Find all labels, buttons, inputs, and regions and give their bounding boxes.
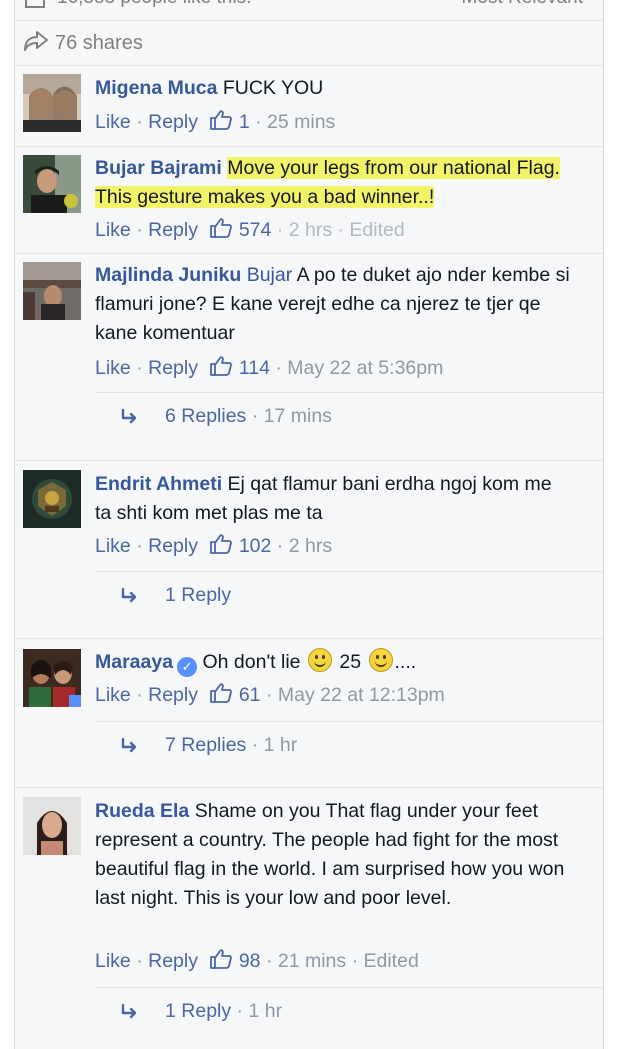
avatar[interactable]: [23, 262, 81, 320]
avatar[interactable]: [23, 155, 81, 213]
thumbs-up-icon: [209, 533, 233, 564]
avatar[interactable]: [23, 797, 81, 855]
comment-item: Majlinda Juniku Bujar A po te duket ajo …: [15, 254, 603, 461]
smiley-emoji-icon: [307, 648, 332, 672]
smiley-emoji-icon: [368, 648, 393, 672]
avatar[interactable]: [23, 470, 81, 528]
comment-text: FUCK YOU: [222, 77, 324, 99]
like-count[interactable]: 114: [239, 357, 270, 379]
view-replies-row[interactable]: 6 Replies · 17 mins: [95, 392, 603, 439]
thumbs-up-icon: [209, 217, 233, 248]
comment-actions: Like · Reply 98 · 21 mins · Edited: [95, 947, 419, 979]
reply-arrow-icon: [121, 1000, 141, 1029]
reply-button[interactable]: Reply: [148, 357, 198, 379]
reply-button[interactable]: Reply: [148, 111, 198, 133]
view-replies-row[interactable]: 7 Replies · 1 hr: [95, 721, 603, 768]
comment-item: Endrit Ahmeti Ej qat flamur bani erdha n…: [15, 461, 603, 639]
reply-arrow-icon: [121, 405, 141, 434]
comment-time[interactable]: May 22 at 5:36pm: [287, 357, 443, 379]
thumbs-up-icon: [209, 109, 233, 140]
replies-link[interactable]: 1 Reply: [165, 1000, 231, 1022]
comment-text-number: 25: [339, 651, 362, 673]
comment-body: Migena Muca FUCK YOU: [95, 74, 570, 103]
comment-author[interactable]: Bujar Bajrami: [95, 157, 222, 179]
comment-item: Migena Muca FUCK YOU Like · Reply 1 · 25…: [15, 66, 603, 147]
like-count[interactable]: 98: [239, 950, 261, 972]
comment-actions: Like · Reply 114 · May 22 at 5:36pm: [95, 354, 443, 386]
replies-time: 1 hr: [248, 1000, 283, 1022]
replies-link[interactable]: 7 Replies: [165, 734, 246, 756]
avatar[interactable]: [23, 74, 81, 132]
thumbs-up-icon: [209, 948, 233, 979]
comment-body: Maraaya ✓ Oh don't lie 25 ....: [95, 648, 570, 677]
likes-count-text[interactable]: 16,888 people like this.: [57, 0, 251, 9]
comment-time[interactable]: 2 hrs: [289, 535, 332, 557]
comment-item: Rueda Ela Shame on you That flag under y…: [15, 788, 603, 1049]
comment-author[interactable]: Majlinda Juniku: [95, 264, 241, 286]
reply-button[interactable]: Reply: [148, 684, 198, 706]
verified-badge-icon: ✓: [177, 657, 198, 677]
comment-time[interactable]: 21 mins: [278, 950, 346, 972]
comment-author[interactable]: Rueda Ela: [95, 800, 189, 822]
comment-body: Bujar Bajrami Move your legs from our na…: [95, 154, 570, 212]
comment-author[interactable]: Maraaya: [95, 651, 173, 673]
comments-panel: 16,888 people like this. Most Relevant 7…: [14, 0, 604, 1049]
comment-item: Bujar Bajrami Move your legs from our na…: [15, 147, 603, 254]
comment-author[interactable]: Endrit Ahmeti: [95, 473, 222, 495]
sort-dropdown[interactable]: Most Relevant: [462, 0, 583, 9]
comment-body: Majlinda Juniku Bujar A po te duket ajo …: [95, 261, 570, 348]
like-button[interactable]: Like: [95, 111, 131, 133]
comment-actions: Like · Reply 574 · 2 hrs · Edited: [95, 216, 405, 248]
comment-author[interactable]: Migena Muca: [95, 77, 217, 99]
reply-arrow-icon: [121, 734, 141, 763]
like-count[interactable]: 574: [239, 219, 272, 241]
comment-time[interactable]: May 22 at 12:13pm: [278, 684, 445, 706]
like-button[interactable]: Like: [95, 684, 131, 706]
like-button[interactable]: Like: [95, 357, 131, 379]
avatar[interactable]: [23, 649, 81, 707]
reply-button[interactable]: Reply: [148, 219, 198, 241]
comment-text: Oh don't lie: [202, 651, 301, 673]
shares-count[interactable]: 76 shares: [55, 32, 143, 55]
comment-time[interactable]: 25 mins: [267, 111, 335, 133]
comment-item: Maraaya ✓ Oh don't lie 25 .... Like · Rep…: [15, 639, 603, 788]
replies-link[interactable]: 6 Replies: [165, 405, 246, 427]
comment-actions: Like · Reply 102 · 2 hrs: [95, 532, 332, 564]
like-count[interactable]: 1: [239, 111, 250, 133]
share-arrow-icon: [23, 29, 49, 59]
reply-arrow-icon: [121, 584, 141, 613]
like-button[interactable]: Like: [95, 950, 131, 972]
reply-button[interactable]: Reply: [148, 950, 198, 972]
mention-link[interactable]: Bujar: [247, 264, 293, 286]
likes-summary-bar: 16,888 people like this. Most Relevant: [15, 0, 603, 21]
replies-link[interactable]: 1 Reply: [165, 584, 231, 606]
like-count[interactable]: 61: [239, 684, 261, 706]
thumbs-up-icon: [209, 355, 233, 386]
comment-actions: Like · Reply 61 · May 22 at 12:13pm: [95, 681, 445, 713]
edited-label[interactable]: Edited: [364, 950, 419, 972]
thumbs-up-icon: [209, 682, 233, 713]
replies-time: 1 hr: [263, 734, 298, 756]
edited-label[interactable]: Edited: [349, 219, 404, 241]
comment-actions: Like · Reply 1 · 25 mins: [95, 108, 335, 140]
view-replies-row[interactable]: 1 Reply · 1 hr: [95, 987, 603, 1034]
view-replies-row[interactable]: 1 Reply: [95, 571, 603, 618]
shares-bar[interactable]: 76 shares: [15, 21, 603, 66]
like-summary-icon: [25, 0, 45, 14]
like-button[interactable]: Like: [95, 219, 131, 241]
like-count[interactable]: 102: [239, 535, 272, 557]
comment-body: Endrit Ahmeti Ej qat flamur bani erdha n…: [95, 470, 570, 528]
reply-button[interactable]: Reply: [148, 535, 198, 557]
like-button[interactable]: Like: [95, 535, 131, 557]
comment-time[interactable]: 2 hrs: [289, 219, 332, 241]
comment-body: Rueda Ela Shame on you That flag under y…: [95, 797, 570, 913]
replies-time: 17 mins: [263, 405, 332, 427]
comment-text-ellipsis: ....: [394, 651, 417, 673]
